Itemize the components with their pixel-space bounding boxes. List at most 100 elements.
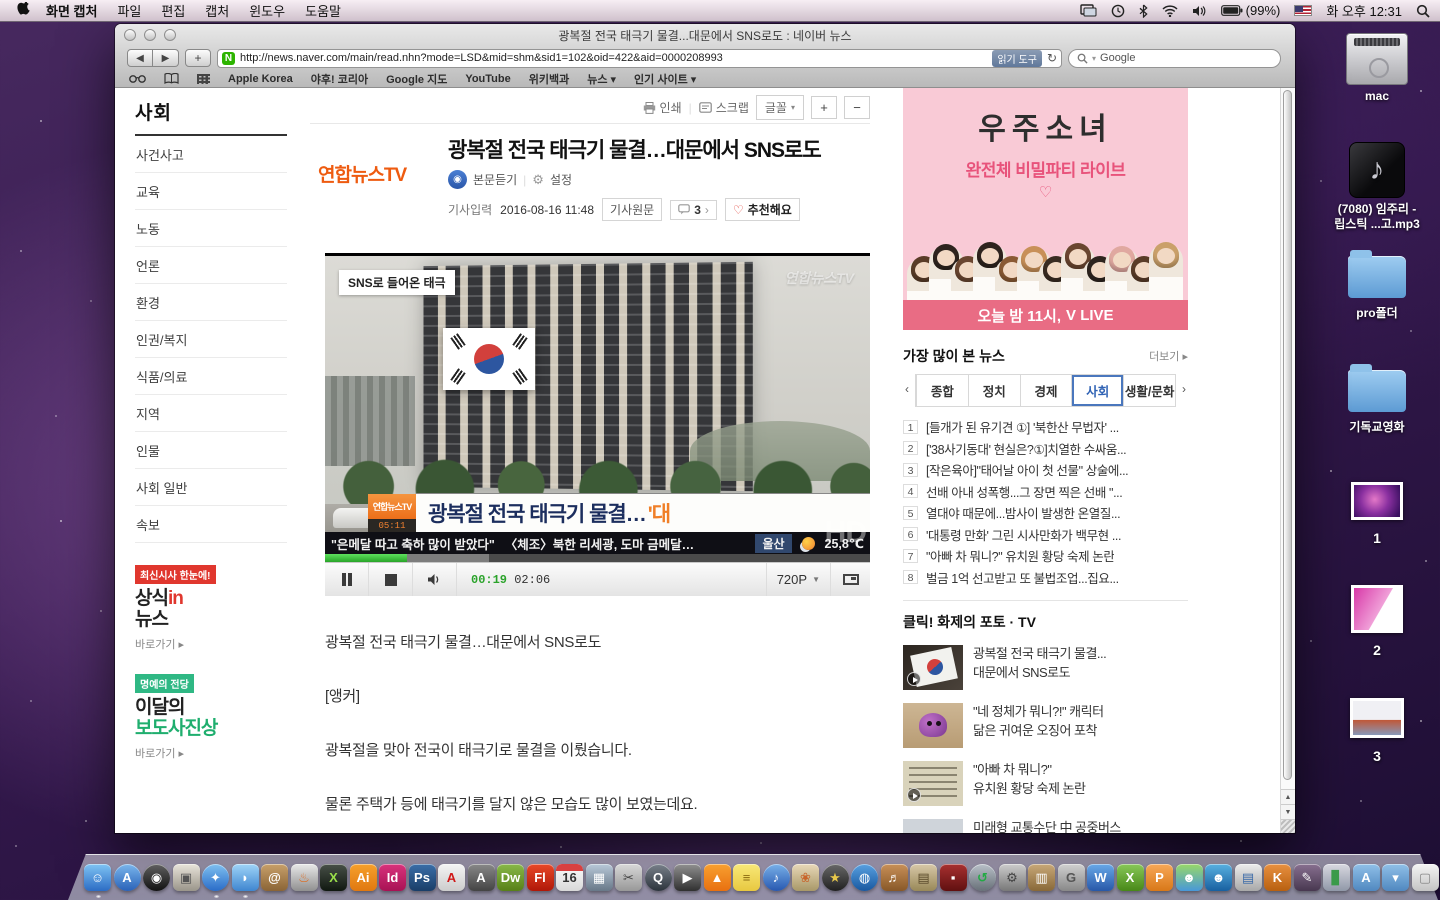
dock-icon-ichat[interactable]: ◗ [232,864,259,891]
address-bar[interactable]: N http://news.naver.com/main/read.nhn?mo… [217,49,1062,68]
bookmark-wikipedia[interactable]: 위키백과 [529,71,569,87]
recommend-button[interactable]: ♡추천해요 [725,198,800,221]
scrap-button[interactable]: 스크랩 [699,99,749,116]
more-link[interactable]: 더보기 ▸ [1149,348,1188,364]
dock-icon-powerpoint[interactable]: P [1146,864,1173,891]
video-player[interactable]: SNS로 들어온 태극 연합뉴스TV 연합뉴스TV 05:11 광복절 전국 태… [325,253,870,593]
input-language-flag-icon[interactable] [1294,5,1312,16]
desktop-icon-image-3[interactable]: 3 [1334,698,1420,766]
news-rank-item[interactable]: 5열대야 때문에...밤사이 발생한 온열질... [903,502,1188,524]
scroll-down-button[interactable]: ▼ [1281,804,1295,819]
press-logo[interactable]: 연합뉴스TV [318,160,406,187]
dock-icon-stickies[interactable]: ≡ [733,864,760,891]
dock-icon-numbers-chart[interactable]: ▊ [1323,864,1350,891]
menu-clock[interactable]: 화 오후 12:31 [1326,1,1402,20]
news-rank-item[interactable]: 7"아빠 차 뭐니?" 유치원 황당 숙제 논란 [903,545,1188,567]
desktop-icon-hard-drive[interactable]: mac [1334,33,1420,104]
bookmark-news-folder[interactable]: 뉴스 ▾ [587,71,616,87]
dock-icon-iweb[interactable]: ▤ [910,864,937,891]
stop-button[interactable] [369,563,413,596]
photo-tv-item[interactable]: 광복절 전국 태극기 물결...대문에서 SNS로도 [903,645,1188,690]
bookmark-youtube[interactable]: YouTube [465,73,510,85]
volume-icon[interactable] [1192,5,1207,17]
bookmark-popular-folder[interactable]: 인기 사이트 ▾ [634,71,696,87]
dock-icon-folder-applications[interactable]: A [1353,864,1380,891]
menu-file[interactable]: 파일 [107,1,151,20]
dock-icon-grab[interactable]: ✂ [615,864,642,891]
reader-tool-button[interactable]: 읽기 도구 [992,50,1042,67]
sidebar-item-food-medical[interactable]: 식품/의료 [135,358,287,395]
dock-icon-dreamweaver[interactable]: Dw [497,864,524,891]
title-bar[interactable]: 광복절 전국 태극기 물결...대문에서 SNS로도 : 네이버 뉴스 [115,24,1295,46]
photo-tv-item[interactable]: 미래형 교통수단 中 공중버스전 세계 놀라게 한 사기극으로 [903,819,1188,833]
dock-icon-dashboard[interactable]: ◉ [143,864,170,891]
menu-app-name[interactable]: 화면 캡처 [36,1,107,20]
volume-button[interactable] [413,563,457,596]
dock-icon-pages[interactable]: ✎ [1294,864,1321,891]
dock-icon-itunes[interactable]: ♪ [763,864,790,891]
dock-icon-iphoto[interactable]: ❀ [792,864,819,891]
dock-icon-finder[interactable]: ☺ [84,864,111,891]
spotlight-icon[interactable] [1416,4,1430,18]
tabs-next-icon[interactable]: › [1182,382,1186,396]
battery-icon[interactable]: (99%) [1221,3,1281,18]
news-rank-item[interactable]: 6'대통령 만화' 그린 시사만화가 백무현 ... [903,524,1188,546]
window-scrollbar[interactable]: ▲ ▼ [1280,88,1295,833]
zoom-button[interactable] [164,29,176,41]
photo-tv-item[interactable]: "네 정체가 뭐니?!" 캐릭터닮은 귀여운 오징어 포착 [903,703,1188,748]
dock-icon-office-newsletter[interactable]: ▤ [1235,864,1262,891]
sidebar-item-media[interactable]: 언론 [135,247,287,284]
desktop-icon-image-2[interactable]: 2 [1334,585,1420,660]
promo-commonsense-news[interactable]: 최신시사 한눈에! 상식in뉴스 바로가기 ▸ [135,565,287,652]
screen-sharing-icon[interactable] [1080,4,1097,17]
sidebar-item-human-rights[interactable]: 인권/복지 [135,321,287,358]
sidebar-item-society-general[interactable]: 사회 일반 [135,469,287,506]
sidebar-item-environment[interactable]: 환경 [135,284,287,321]
comments-button[interactable]: 3› [670,200,717,220]
dock-icon-box-app[interactable]: ▥ [1028,864,1055,891]
dock-icon-textedit-document[interactable]: ▢ [1412,864,1439,891]
forward-button[interactable]: ▶ [153,49,179,67]
resize-grip[interactable] [1281,819,1295,833]
bluetooth-icon[interactable] [1139,4,1148,18]
minimize-button[interactable] [144,29,156,41]
tab-life-culture[interactable]: 생활/문화 [1123,375,1175,406]
video-frame[interactable]: SNS로 들어온 태극 연합뉴스TV 연합뉴스TV 05:11 광복절 전국 태… [325,256,870,532]
dock-icon-dvd-player[interactable]: ◍ [851,864,878,891]
sidebar-item-people[interactable]: 인물 [135,432,287,469]
dock-icon-adobe-reader[interactable]: A [438,864,465,891]
news-rank-item[interactable]: 4선배 아내 성폭행...그 장면 찍은 선배 "... [903,481,1188,503]
font-smaller-button[interactable]: − [844,96,870,119]
desktop-icon-folder-pro[interactable]: pro폴더 [1334,248,1420,321]
dock-icon-keynote[interactable]: K [1264,864,1291,891]
dock-icon-indesign[interactable]: Id [379,864,406,891]
dock-icon-folder-documents[interactable]: ▾ [1382,864,1409,891]
dock-icon-garageband[interactable]: ♬ [881,864,908,891]
dock-icon-preview[interactable]: ▣ [173,864,200,891]
video-progress-bar[interactable] [325,554,870,562]
sidebar-item-region[interactable]: 지역 [135,395,287,432]
bookmark-yahoo-korea[interactable]: 야후! 코리아 [311,71,368,87]
dock-icon-xee[interactable]: X [320,864,347,891]
tab-general[interactable]: 종합 [916,375,968,406]
close-button[interactable] [124,29,136,41]
sidebar-item-labor[interactable]: 노동 [135,210,287,247]
tab-economy[interactable]: 경제 [1020,375,1072,406]
dock-icon-front-row[interactable]: ▪ [940,864,967,891]
dock-icon-flash[interactable]: Fl [527,864,554,891]
promo-photo-award[interactable]: 명예의 전당 이달의보도사진상 바로가기 ▸ [135,674,287,761]
back-button[interactable]: ◀ [127,49,153,67]
news-rank-item[interactable]: 1[들개가 된 유기견 ①] '북한산 무법자' ... [903,416,1188,438]
new-tab-button[interactable]: + [185,49,211,67]
font-larger-button[interactable]: + [811,96,837,119]
photo-tv-item[interactable]: "아빠 차 뭐니?"유치원 황당 숙제 논란 [903,761,1188,806]
font-size-button[interactable]: 글꼴▾ [756,95,804,120]
sidebar-item-incident[interactable]: 사건사고 [135,136,287,173]
desktop-icon-folder-movies[interactable]: 기독교영화 [1334,362,1420,435]
dock-icon-quicktime[interactable]: Q [645,864,672,891]
ad-banner[interactable]: 우주소녀 완전체 비밀파티 라이브 ♡ 오늘 밤 11시, V LIVE [903,88,1188,330]
scroll-up-button[interactable]: ▲ [1281,789,1295,804]
pause-button[interactable] [325,563,369,596]
dock-icon-safari[interactable]: ✦ [202,864,229,891]
listen-button[interactable]: 본문듣기 [473,171,517,188]
